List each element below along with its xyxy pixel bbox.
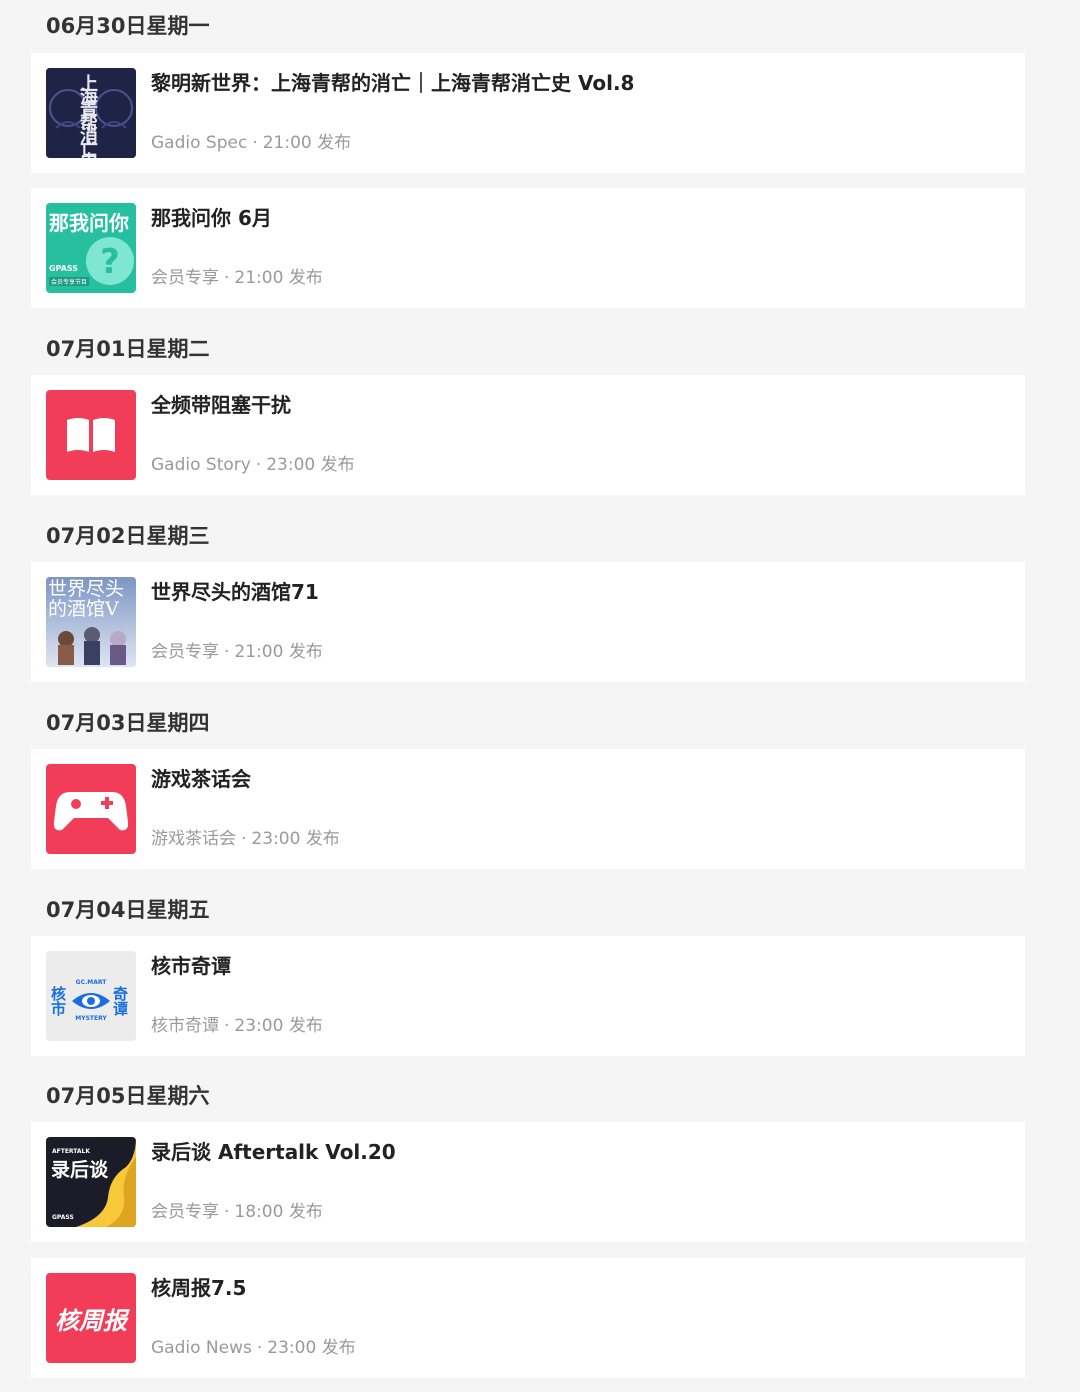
episode-action: 发布 xyxy=(317,133,352,153)
episode-cover: AFTERTALK 录后谈 GPASS xyxy=(46,1137,136,1227)
cover-text: 核周报 xyxy=(55,1307,127,1335)
episode-category: 会员专享 xyxy=(151,1202,219,1222)
gpass-label: GPASS xyxy=(52,1214,74,1221)
episode-card[interactable]: GC.MART 核市 奇谭 MYSTERY 核市奇谭 核市奇谭 · 23:00 发布 xyxy=(31,936,1025,1056)
episode-card[interactable]: 上海青帮消亡史 黎明新世界：上海青帮的消亡｜上海青帮消亡史 Vol.8 Gadi… xyxy=(31,53,1025,173)
episode-title: 那我问你 6月 xyxy=(151,206,272,230)
episode-card[interactable]: AFTERTALK 录后谈 GPASS 录后谈 Aftertalk Vol.20… xyxy=(31,1122,1025,1242)
episode-meta: 会员专享 · 21:00 发布 xyxy=(151,268,323,288)
episode-category: 会员专享 xyxy=(151,642,219,662)
episode-category: 核市奇谭 xyxy=(151,1016,219,1036)
episode-time: 23:00 xyxy=(251,829,301,849)
episode-time: 21:00 xyxy=(262,133,312,153)
episode-meta: 会员专享 · 21:00 发布 xyxy=(151,642,323,662)
episode-action: 发布 xyxy=(288,268,323,288)
episode-cover: 世界尽头的酒馆V xyxy=(46,577,136,667)
date-header: 07月05日星期六 xyxy=(46,1084,210,1108)
cover-left-text: 核市 xyxy=(51,985,67,1018)
episode-meta: Gadio Story · 23:00 发布 xyxy=(151,455,355,475)
cover-text: 上海青帮消亡史 xyxy=(80,74,98,159)
episode-time: 21:00 xyxy=(234,268,284,288)
date-header: 07月04日星期五 xyxy=(46,898,210,922)
episode-meta: 核市奇谭 · 23:00 发布 xyxy=(151,1016,323,1036)
cover-top-text: AFTERTALK xyxy=(52,1148,91,1155)
episode-category: Gadio News xyxy=(151,1338,252,1358)
date-header: 07月03日星期四 xyxy=(46,711,210,735)
episode-title: 世界尽头的酒馆71 xyxy=(151,580,319,604)
episode-card[interactable]: 世界尽头的酒馆V 世界尽头的酒馆71 会员专享 · 21:00 发布 xyxy=(31,562,1025,682)
gamepad-icon xyxy=(53,792,129,831)
episode-action: 发布 xyxy=(320,455,355,475)
episode-action: 发布 xyxy=(288,1016,323,1036)
episode-action: 发布 xyxy=(305,829,340,849)
episode-time: 23:00 xyxy=(267,1338,317,1358)
episode-title: 核周报7.5 xyxy=(151,1276,247,1300)
episode-card[interactable]: 核周报 核周报7.5 Gadio News · 23:00 发布 xyxy=(31,1258,1025,1378)
gpass-label: GPASS xyxy=(49,264,79,273)
episode-category: Gadio Spec xyxy=(151,133,248,153)
episode-card[interactable]: 全频带阻塞干扰 Gadio Story · 23:00 发布 xyxy=(31,375,1025,495)
episode-action: 发布 xyxy=(288,1202,323,1222)
episode-category: 会员专享 xyxy=(151,268,219,288)
member-label: 会员专享节目 xyxy=(49,277,90,286)
episode-meta: Gadio Spec · 21:00 发布 xyxy=(151,133,352,153)
cover-right-text: 奇谭 xyxy=(113,985,129,1018)
open-book-icon xyxy=(67,418,115,452)
episode-title: 核市奇谭 xyxy=(151,954,231,978)
episode-category: Gadio Story xyxy=(151,455,251,475)
episode-cover xyxy=(46,390,136,480)
episode-title: 录后谈 Aftertalk Vol.20 xyxy=(151,1140,396,1164)
episode-action: 发布 xyxy=(321,1338,356,1358)
episode-time: 23:00 xyxy=(234,1016,284,1036)
date-header: 07月02日星期三 xyxy=(46,524,210,548)
episode-cover: 那我问你 ? GPASS 会员专享节目 xyxy=(46,203,136,293)
episode-action: 发布 xyxy=(288,642,323,662)
episode-meta: 游戏茶话会 · 23:00 发布 xyxy=(151,829,340,849)
episode-time: 23:00 xyxy=(266,455,316,475)
episode-card[interactable]: 那我问你 ? GPASS 会员专享节目 那我问你 6月 会员专享 · 21:00 发… xyxy=(31,188,1025,308)
episode-title: 全频带阻塞干扰 xyxy=(151,393,291,417)
episode-meta: Gadio News · 23:00 发布 xyxy=(151,1338,356,1358)
date-header: 07月01日星期二 xyxy=(46,337,210,361)
cover-bottom-text: MYSTERY xyxy=(75,1015,107,1022)
episode-card[interactable]: 游戏茶话会 游戏茶话会 · 23:00 发布 xyxy=(31,749,1025,869)
episode-title: 黎明新世界：上海青帮的消亡｜上海青帮消亡史 Vol.8 xyxy=(151,71,635,95)
episode-cover xyxy=(46,764,136,854)
svg-text:?: ? xyxy=(100,242,120,282)
cover-text: 世界尽头的酒馆V xyxy=(48,578,125,620)
episode-meta: 会员专享 · 18:00 发布 xyxy=(151,1202,323,1222)
episode-time: 21:00 xyxy=(234,642,284,662)
cover-text: 录后谈 xyxy=(51,1159,109,1181)
episode-cover: GC.MART 核市 奇谭 MYSTERY xyxy=(46,951,136,1041)
episode-cover: 上海青帮消亡史 xyxy=(46,68,136,158)
date-header: 06月30日星期一 xyxy=(46,14,210,38)
episode-title: 游戏茶话会 xyxy=(151,767,251,791)
episode-category: 游戏茶话会 xyxy=(151,829,236,849)
episode-cover: 核周报 xyxy=(46,1273,136,1363)
episode-time: 18:00 xyxy=(234,1202,284,1222)
